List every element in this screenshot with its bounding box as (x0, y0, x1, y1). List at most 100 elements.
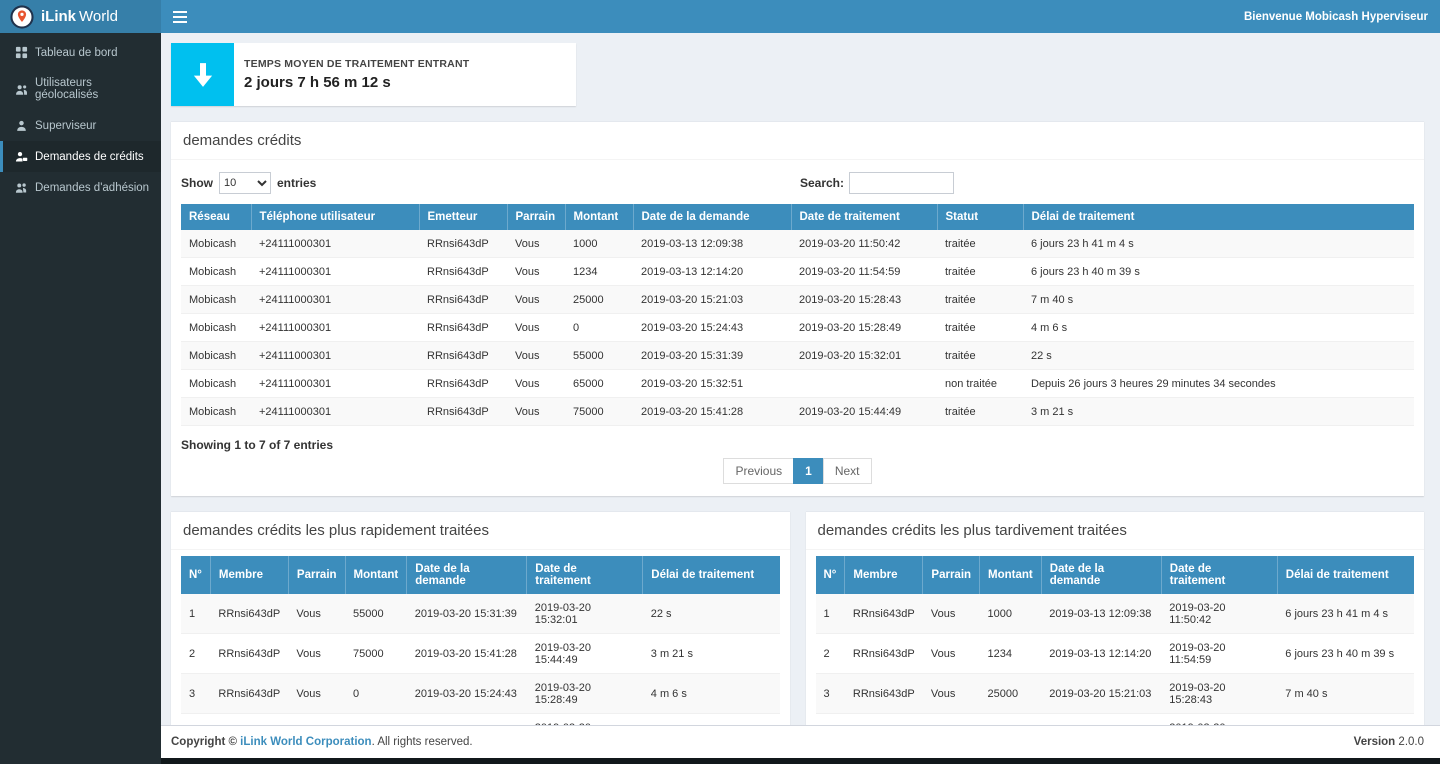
sidebar-item-supervisor[interactable]: Superviseur (0, 110, 161, 141)
table-row: 1RRnsi643dPVous10002019-03-13 12:09:3820… (816, 594, 1415, 634)
sidebar-item-credit-requests[interactable]: Demandes de crédits (0, 141, 161, 172)
table-cell: +24111000301 (251, 370, 419, 398)
column-header[interactable]: Téléphone utilisateur (251, 204, 419, 230)
column-header[interactable]: Date de traitement (791, 204, 937, 230)
table-cell: Vous (507, 286, 565, 314)
page-length-select[interactable]: 10 (219, 172, 271, 194)
table-cell: traitée (937, 230, 1023, 258)
table-cell: 2019-03-20 11:50:42 (791, 230, 937, 258)
table-cell: RRnsi643dP (419, 370, 507, 398)
stat-box-avg-processing-time: TEMPS MOYEN DE TRAITEMENT ENTRANT 2 jour… (171, 43, 576, 106)
table-cell: 2019-03-20 15:44:49 (791, 398, 937, 426)
slowest-processed-panel: demandes crédits les plus tardivement tr… (806, 511, 1425, 758)
column-header[interactable]: Montant (565, 204, 633, 230)
pagination: Previous 1 Next (723, 458, 871, 484)
table-cell: 3 (181, 674, 210, 714)
table-cell: 75000 (565, 398, 633, 426)
table-cell: Mobicash (181, 370, 251, 398)
table-cell: 2019-03-20 15:32:01 (791, 342, 937, 370)
sidebar-item-dashboard[interactable]: Tableau de bord (0, 37, 161, 68)
column-header: Délai de traitement (1277, 556, 1414, 594)
table-cell: +24111000301 (251, 398, 419, 426)
footer-company-link[interactable]: iLink World Corporation (240, 736, 371, 748)
table-cell: +24111000301 (251, 342, 419, 370)
search-label: Search: (800, 176, 844, 190)
table-cell: 2019-03-13 12:09:38 (633, 230, 791, 258)
table-cell: 2019-03-13 12:09:38 (1041, 594, 1161, 634)
pagination-next-button[interactable]: Next (823, 458, 872, 484)
table-cell: 0 (565, 314, 633, 342)
column-header: Date de traitement (527, 556, 643, 594)
table-cell (791, 370, 937, 398)
column-header[interactable]: Parrain (507, 204, 565, 230)
column-header: Membre (210, 556, 288, 594)
table-row: Mobicash+24111000301RRnsi643dPVous650002… (181, 370, 1414, 398)
table-row: Mobicash+24111000301RRnsi643dPVous100020… (181, 230, 1414, 258)
table-cell: 2019-03-20 15:41:28 (407, 634, 527, 674)
table-cell: 2 (181, 634, 210, 674)
table-cell: 4 m 6 s (1023, 314, 1414, 342)
column-header: Membre (845, 556, 923, 594)
table-cell: Mobicash (181, 286, 251, 314)
pagination-page-1-button[interactable]: 1 (793, 458, 824, 484)
page: iLinkWorld Bienvenue Mobicash Hyperviseu… (0, 0, 1440, 764)
table-cell: RRnsi643dP (845, 674, 923, 714)
column-header[interactable]: Date de la demande (633, 204, 791, 230)
footer-version: Version 2.0.0 (1354, 736, 1424, 748)
sidebar-item-membership-requests[interactable]: Demandes d'adhésion (0, 172, 161, 203)
credit-requests-icon (15, 150, 28, 163)
search-input[interactable] (849, 172, 954, 194)
table-cell: +24111000301 (251, 230, 419, 258)
sidebar: Tableau de bord Utilisateurs géolocalisé… (0, 33, 161, 764)
table-cell: 2019-03-20 15:44:49 (527, 634, 643, 674)
column-header[interactable]: Réseau (181, 204, 251, 230)
credit-requests-panel: demandes crédits Show 10 entries Search: (171, 121, 1424, 496)
show-label: Show (181, 176, 213, 190)
table-cell: RRnsi643dP (210, 634, 288, 674)
table-cell: 2019-03-13 12:14:20 (633, 258, 791, 286)
membership-requests-icon (15, 181, 28, 194)
table-cell: traitée (937, 258, 1023, 286)
table-cell: Mobicash (181, 258, 251, 286)
table-cell: 6 jours 23 h 40 m 39 s (1023, 258, 1414, 286)
table-cell: 3 m 21 s (643, 634, 780, 674)
credit-requests-table: RéseauTéléphone utilisateurEmetteurParra… (181, 204, 1414, 426)
table-cell: Mobicash (181, 314, 251, 342)
table-cell: 3 m 21 s (1023, 398, 1414, 426)
table-cell: 7 m 40 s (1023, 286, 1414, 314)
table-cell: traitée (937, 314, 1023, 342)
table-cell: Vous (507, 314, 565, 342)
pagination-previous-button[interactable]: Previous (723, 458, 794, 484)
column-header[interactable]: Emetteur (419, 204, 507, 230)
table-cell: Vous (507, 342, 565, 370)
table-cell: Vous (923, 594, 980, 634)
table-cell: +24111000301 (251, 286, 419, 314)
table-cell: 25000 (980, 674, 1042, 714)
table-cell: +24111000301 (251, 258, 419, 286)
table-cell: RRnsi643dP (845, 594, 923, 634)
table-cell: 0 (345, 674, 407, 714)
column-header[interactable]: Délai de traitement (1023, 204, 1414, 230)
column-header[interactable]: Statut (937, 204, 1023, 230)
sidebar-item-label: Tableau de bord (35, 47, 117, 59)
table-cell: 2019-03-20 11:50:42 (1161, 594, 1277, 634)
main-footer: Copyright © iLink World Corporation. All… (161, 725, 1440, 758)
table-cell: Vous (923, 634, 980, 674)
table-cell: 1000 (980, 594, 1042, 634)
panel-title-fastest: demandes crédits les plus rapidement tra… (183, 522, 778, 539)
content-wrapper: TEMPS MOYEN DE TRAITEMENT ENTRANT 2 jour… (161, 33, 1440, 758)
entries-label: entries (277, 176, 316, 190)
app-logo-area[interactable]: iLinkWorld (0, 0, 161, 33)
column-header: Délai de traitement (643, 556, 780, 594)
table-cell: 2019-03-20 15:32:01 (527, 594, 643, 634)
sidebar-toggle-button[interactable] (161, 0, 199, 33)
sidebar-item-geolocated-users[interactable]: Utilisateurs géolocalisés (0, 68, 161, 110)
table-cell: 1234 (980, 634, 1042, 674)
users-location-icon (15, 83, 28, 96)
column-header: Date de la demande (407, 556, 527, 594)
panel-title-slowest: demandes crédits les plus tardivement tr… (818, 522, 1413, 539)
table-cell: 2019-03-20 15:28:43 (1161, 674, 1277, 714)
table-cell: 2019-03-20 15:31:39 (407, 594, 527, 634)
table-cell: Vous (507, 398, 565, 426)
main-header: iLinkWorld Bienvenue Mobicash Hyperviseu… (0, 0, 1440, 33)
